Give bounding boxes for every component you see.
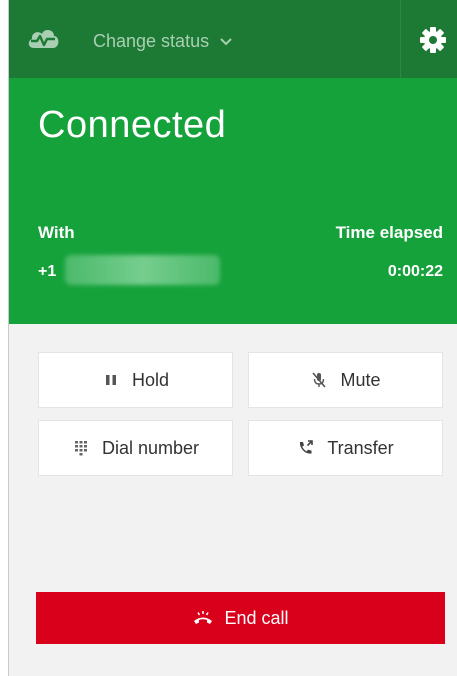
phone-number-prefix: +1	[38, 263, 57, 280]
with-label: With	[38, 223, 75, 242]
dial-number-button[interactable]: Dial number	[38, 420, 233, 476]
dial-number-label: Dial number	[101, 437, 200, 458]
end-call-button[interactable]: End call	[36, 592, 445, 644]
hold-label: Hold	[131, 369, 170, 390]
top-bar: Change status	[9, 0, 457, 78]
pause-icon	[105, 375, 116, 385]
redacted-phone-number	[65, 255, 220, 285]
time-elapsed-label: Time elapsed	[335, 223, 443, 242]
call-state-title: Connected	[38, 104, 227, 146]
microphone-off-icon	[312, 372, 327, 388]
change-status-dropdown[interactable]: Change status	[93, 28, 233, 54]
transfer-label: Transfer	[327, 437, 394, 458]
gear-icon[interactable]	[419, 26, 447, 54]
phone-transfer-icon	[300, 440, 314, 454]
time-elapsed-value: 0:00:22	[387, 263, 443, 280]
mute-button[interactable]: Mute	[248, 352, 443, 408]
cloud-pulse-icon	[28, 30, 59, 48]
dialpad-icon	[74, 441, 87, 456]
hang-up-icon	[194, 611, 213, 624]
topbar-divider	[400, 0, 401, 78]
transfer-button[interactable]: Transfer	[248, 420, 443, 476]
chevron-down-icon	[220, 38, 232, 46]
end-call-label: End call	[224, 607, 289, 628]
change-status-label: Change status	[93, 30, 210, 51]
connected-panel: Connected With +1 Time elapsed 0:00:22	[9, 78, 457, 324]
hold-button[interactable]: Hold	[38, 352, 233, 408]
softphone-window: Change status Connected With +1 Time ela…	[8, 0, 457, 676]
mute-label: Mute	[340, 369, 381, 390]
